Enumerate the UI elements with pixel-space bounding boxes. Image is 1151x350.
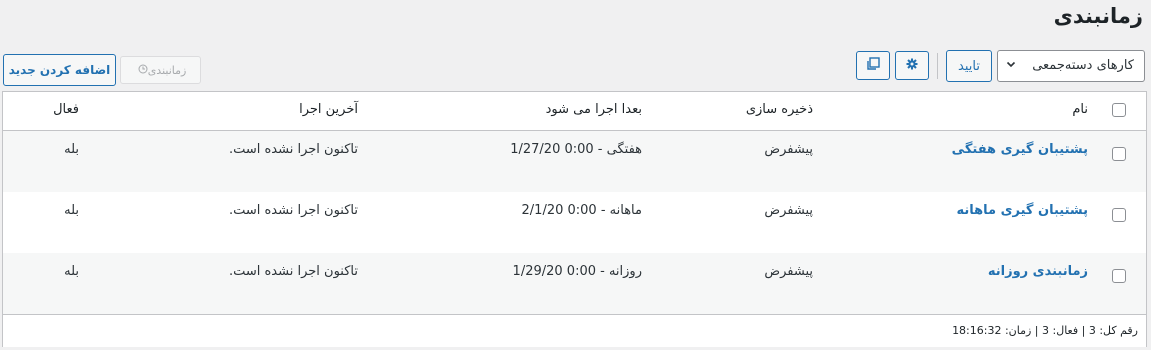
table-header: نام ذخیره سازی بعدا اجرا می شود آخرین اج…: [3, 92, 1146, 131]
table-footer: رقم کل: 3 | فعال: 3 | زمان: 18:16:32: [3, 314, 1146, 347]
schedule-active: بله: [64, 264, 79, 279]
table-summary: رقم کل: 3 | فعال: 3 | زمان: 18:16:32: [952, 324, 1138, 337]
column-header-last-run: آخرین اجرا: [299, 102, 358, 117]
schedule-next-run: 1/29/20 0:00 - روزانه: [512, 264, 642, 279]
schedule-storage: پیشفرض: [764, 264, 813, 279]
schedule-button-label: زمانبندی: [147, 63, 187, 77]
table-row: پشتیبان گیری هفتگی پیشفرض 1/27/20 0:00 -…: [3, 131, 1146, 192]
schedule-storage: پیشفرض: [764, 203, 813, 218]
schedule-button[interactable]: زمانبندی: [120, 56, 201, 84]
toolbar-divider: [937, 53, 938, 79]
schedule-active: بله: [64, 203, 79, 218]
schedule-last-run: تاکنون اجرا نشده است.: [228, 142, 358, 157]
schedule-last-run: تاکنون اجرا نشده است.: [228, 203, 358, 218]
table-row: زمانبندی روزانه پیشفرض 1/29/20 0:00 - رو…: [3, 253, 1146, 314]
row-checkbox[interactable]: [1112, 269, 1126, 283]
select-all-checkbox[interactable]: [1112, 103, 1126, 117]
chevron-down-icon: [1005, 57, 1017, 71]
column-header-next-run: بعدا اجرا می شود: [545, 102, 642, 117]
column-header-storage: ذخیره سازی: [745, 102, 813, 117]
copy-icon: [866, 56, 880, 75]
schedule-name-link[interactable]: پشتیبان گیری ماهانه: [956, 203, 1088, 218]
schedule-name: زمانبندی روزانه: [988, 264, 1088, 279]
schedule-name-link[interactable]: زمانبندی روزانه: [988, 264, 1088, 279]
column-header-name: نام: [1072, 102, 1088, 117]
clock-icon: [138, 64, 148, 77]
schedule-storage: پیشفرض: [764, 142, 813, 157]
schedule-name: پشتیبان گیری ماهانه: [956, 203, 1088, 218]
row-checkbox[interactable]: [1112, 208, 1126, 222]
bulk-actions-select[interactable]: کارهای دسته‌جمعی: [997, 50, 1145, 82]
gear-icon: [906, 58, 918, 74]
row-checkbox[interactable]: [1112, 147, 1126, 161]
table-row: پشتیبان گیری ماهانه پیشفرض 2/1/20 0:00 -…: [3, 192, 1146, 253]
schedule-active: بله: [64, 142, 79, 157]
settings-button[interactable]: [895, 51, 929, 80]
schedules-table: نام ذخیره سازی بعدا اجرا می شود آخرین اج…: [2, 91, 1147, 347]
schedule-last-run: تاکنون اجرا نشده است.: [228, 264, 358, 279]
schedule-next-run: 2/1/20 0:00 - ماهانه: [521, 203, 642, 218]
column-header-active: فعال: [53, 102, 79, 117]
bulk-actions-value: کارهای دسته‌جمعی: [1032, 58, 1134, 73]
schedule-name-link[interactable]: پشتیبان گیری هفتگی: [952, 142, 1088, 157]
apply-button[interactable]: تایید: [946, 50, 992, 82]
add-new-button[interactable]: اضافه کردن جدید: [3, 54, 116, 86]
copy-button[interactable]: [856, 51, 890, 80]
toolbar: اضافه کردن جدید زمانبندی تایید کارهای دس…: [0, 48, 1151, 86]
page-title: زمانبندی: [1053, 4, 1143, 28]
schedule-name: پشتیبان گیری هفتگی: [952, 142, 1088, 157]
schedule-next-run: 1/27/20 0:00 - هفتگی: [510, 142, 642, 157]
